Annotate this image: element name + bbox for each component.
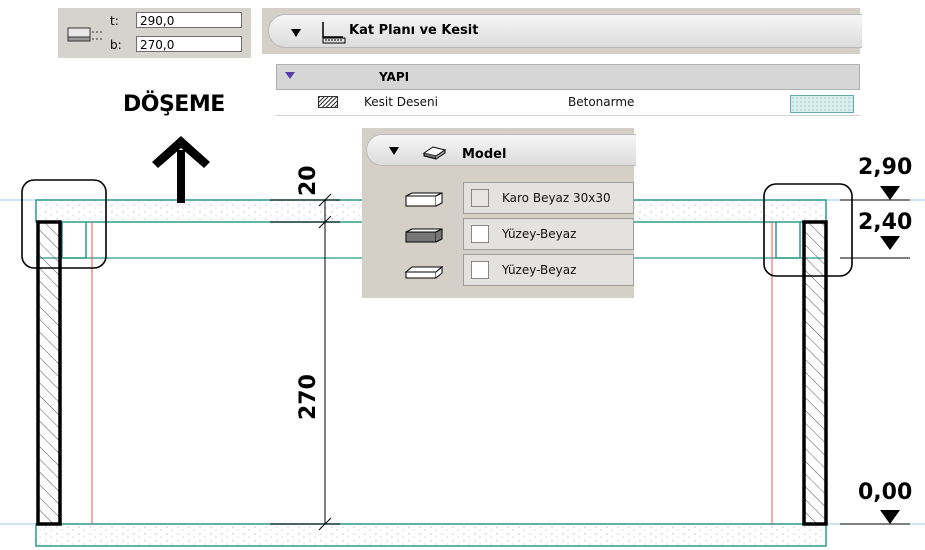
height-fields-box: t: b: 290,0 270,0 [58, 8, 251, 58]
collapse-triangle-icon[interactable] [291, 29, 301, 37]
section-pattern-row[interactable]: Kesit Deseni Betonarme [276, 90, 860, 116]
structure-section-header[interactable]: YAPI [276, 64, 860, 90]
floor-plan-section-header[interactable]: Kat Planı ve Kesit [268, 14, 862, 48]
model-header[interactable]: Model [366, 134, 636, 166]
section-pattern-value: Betonarme [568, 95, 635, 109]
hatch-pattern-icon [318, 96, 338, 108]
section-pattern-swatch[interactable] [790, 95, 854, 113]
model-surface-top-label: Karo Beyaz 30x30 [502, 191, 611, 205]
elevation-marker-slab [840, 236, 910, 259]
wall-right [802, 220, 828, 526]
wall-height-label: 270 [296, 374, 321, 420]
section-pattern-label: Kesit Deseni [364, 95, 438, 109]
bottom-height-label: b: [110, 38, 122, 52]
floor-plan-section-title: Kat Planı ve Kesit [349, 23, 479, 38]
slab-side-icon [405, 228, 443, 243]
slab-edge-left [61, 222, 87, 259]
model-title: Model [462, 147, 507, 162]
detail-highlight-left [21, 179, 107, 269]
model-surface-bottom[interactable]: Yüzey-Beyaz [463, 254, 634, 286]
model-surface-side[interactable]: Yüzey-Beyaz [463, 218, 634, 250]
model-surface-top[interactable]: Karo Beyaz 30x30 [463, 182, 634, 214]
floor-plan-section-panel: Kat Planı ve Kesit YAPI Kesit Deseni Bet… [262, 8, 862, 122]
top-height-input[interactable]: 290,0 [136, 12, 242, 28]
surface-swatch[interactable] [471, 261, 489, 279]
surface-swatch[interactable] [471, 225, 489, 243]
bottom-height-input[interactable]: 270,0 [136, 36, 242, 52]
slab-edge-right [775, 222, 801, 259]
surface-swatch[interactable] [471, 189, 489, 207]
slab-top-icon [405, 192, 443, 207]
model-icon [422, 146, 447, 160]
model-panel: Model Karo Beyaz 30x30 Yüzey-Beyaz Yüzey… [362, 128, 636, 298]
collapse-triangle-icon[interactable] [389, 147, 399, 155]
floor-plan-icon [322, 22, 346, 44]
structure-section-label: YAPI [379, 70, 410, 84]
elevation-slab-label: 2,40 [858, 210, 913, 235]
slab-height-icon [67, 27, 102, 42]
top-height-label: t: [110, 14, 119, 28]
elevation-floor-label: 0,00 [858, 480, 913, 505]
expand-triangle-icon[interactable] [285, 72, 295, 79]
model-surface-bottom-label: Yüzey-Beyaz [502, 263, 577, 277]
model-surface-side-label: Yüzey-Beyaz [502, 227, 577, 241]
slab-annotation: DÖŞEME [123, 92, 225, 117]
elevation-top-label: 2,90 [858, 155, 913, 180]
slab-thickness-label: 20 [296, 165, 321, 196]
elevation-marker-floor [840, 510, 910, 525]
slab-bottom-icon [404, 265, 444, 279]
elevation-marker-top [840, 186, 910, 201]
floor-slab [35, 523, 827, 547]
